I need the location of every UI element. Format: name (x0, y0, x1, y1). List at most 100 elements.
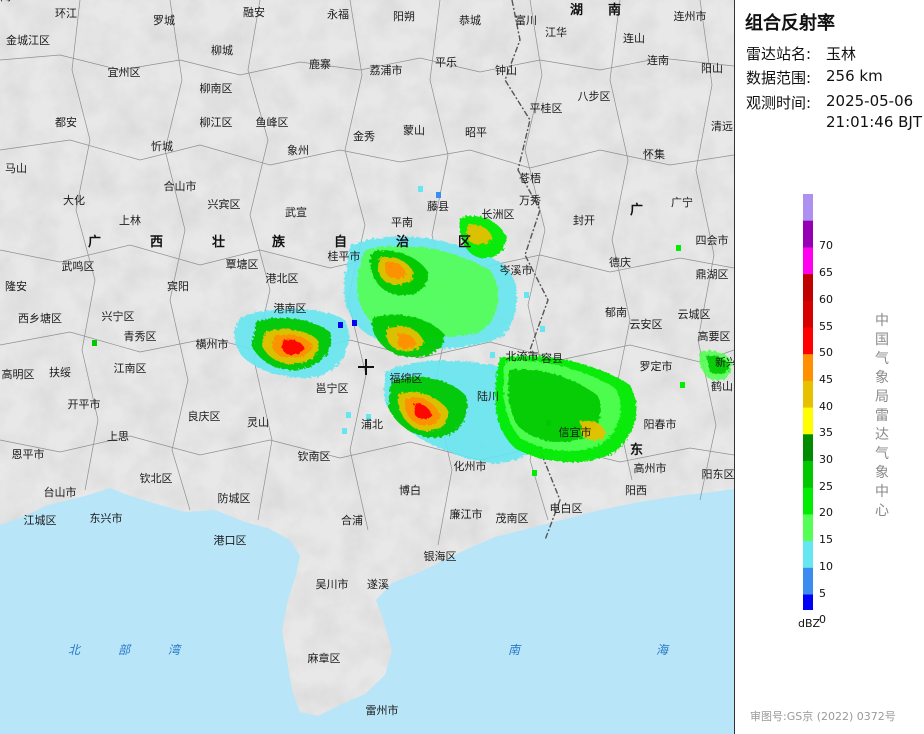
place-label: 新兴 (715, 355, 734, 369)
place-label: 宾阳 (167, 279, 189, 293)
place-label: 苍梧 (519, 171, 541, 185)
place-label: 电白区 (550, 501, 583, 515)
place-label: 福绵区 (390, 371, 423, 385)
radar-map[interactable]: 环江 罗城 融安 永福 阳朔 恭城 富川 江华 连州市 金城江区 宜州区 柳城 鹿寨 荔浦市 平乐 钟山 连山连… (0, 0, 734, 734)
place-label: 连南 (647, 54, 669, 67)
place-label: 昭平 (465, 126, 487, 139)
region-label: 广 (630, 202, 643, 218)
place-label: 清远 (711, 120, 733, 133)
place-label: 隆安 (5, 279, 27, 293)
place-label: 港南区 (274, 302, 307, 315)
place-label: 北流市 (506, 349, 539, 363)
scale-swatch (803, 274, 813, 302)
echo-speck (346, 412, 351, 418)
place-label: 高明区 (2, 367, 35, 381)
region-label: 区 (458, 235, 471, 250)
place-label: 融安 (243, 5, 265, 19)
place-label: 东兴市 (90, 511, 123, 525)
scale-swatch (803, 487, 813, 515)
place-label: 平桂区 (530, 101, 563, 115)
scale-swatch (803, 541, 813, 569)
scale-swatch (803, 247, 813, 275)
scale-label: 65 (819, 266, 833, 280)
place-label: 麻章区 (308, 651, 341, 665)
place-label: 茂南区 (496, 511, 529, 525)
echo-speck (418, 186, 423, 192)
place-label: 容县 (541, 351, 563, 365)
place-label: 罗定市 (640, 359, 673, 373)
place-label: 信宜市 (559, 425, 592, 439)
place-label: 富川 (515, 13, 537, 27)
place-label: 横州市 (196, 337, 229, 351)
place-label: 恭城 (459, 14, 481, 27)
place-label: 鹿寨 (309, 57, 331, 71)
sea-label: 南 (508, 643, 522, 657)
place-label: 武鸣区 (62, 259, 95, 273)
echo-speck (524, 292, 529, 298)
place-label: 大化 (63, 193, 85, 207)
scale-swatch (803, 354, 813, 382)
place-label: 港北区 (266, 272, 299, 285)
scale-label: 30 (819, 453, 833, 466)
echo-speck (490, 352, 495, 358)
region-label: 南 (608, 2, 621, 18)
place-label: 封开 (573, 213, 595, 227)
place-label: 连山 (623, 32, 645, 45)
place-label: 江华 (545, 25, 567, 39)
scale-swatch (803, 300, 813, 328)
place-label: 云城区 (678, 308, 711, 321)
place-label: 钟山 (495, 63, 517, 77)
region-label: 东 (630, 442, 643, 458)
scale-label: 10 (819, 559, 833, 573)
place-label: 阳朔 (393, 10, 415, 23)
place-label: 西乡塘区 (18, 311, 62, 325)
sea-label: 海 (656, 643, 670, 657)
region-label: 广 (88, 234, 101, 250)
place-label: 合山市 (164, 179, 197, 193)
place-label: 柳城 (211, 43, 233, 57)
place-label: 桂平市 (328, 249, 361, 263)
place-label: 阳东区 (702, 468, 735, 481)
place-label: 鱼峰区 (256, 115, 289, 129)
place-label: 高州市 (634, 461, 667, 475)
approval-number: 审图号:GS京 (2022) 0372号 (750, 710, 896, 723)
place-label: 遂溪 (367, 577, 389, 591)
sea-label: 北 (68, 643, 82, 657)
place-label: 灵山 (247, 416, 269, 429)
scale-label: 25 (819, 479, 833, 493)
echo-speck (342, 428, 347, 434)
region-label: 西 (150, 235, 163, 250)
echo-speck (540, 326, 545, 332)
region-label: 湖 (570, 3, 583, 18)
scale-swatch (803, 220, 813, 248)
place-label: 港口区 (214, 534, 247, 547)
place-label: 平南 (391, 216, 413, 229)
region-label: 壮 (212, 234, 225, 250)
place-label: 象州 (287, 144, 309, 157)
place-label: 青秀区 (124, 330, 157, 343)
agency-label: 中国气象局雷达气象中心 (875, 313, 889, 519)
place-label: 平乐 (435, 56, 457, 69)
scale-label: 60 (819, 292, 833, 306)
echo-speck (436, 192, 441, 198)
region-label: 治 (396, 234, 409, 250)
place-label: 浦北 (361, 418, 383, 431)
place-label: 宜州区 (108, 65, 141, 79)
place-label: 吴川市 (316, 577, 349, 591)
place-label: 银海区 (424, 549, 457, 563)
place-label: 长洲区 (482, 208, 515, 221)
place-label: 江城区 (24, 514, 57, 527)
echo-speck (546, 420, 551, 426)
place-label: 开平市 (68, 397, 101, 411)
scale-label: 40 (819, 399, 833, 413)
scale-swatch (803, 327, 813, 355)
echo-speck (676, 245, 681, 251)
echo-speck (680, 382, 685, 388)
scale-label: 45 (819, 372, 833, 386)
place-label: 金城江区 (6, 33, 50, 47)
place-label: 怀集 (643, 147, 665, 161)
echo-speck (92, 340, 97, 346)
place-label: 郁南 (605, 305, 627, 319)
scale-label: 70 (819, 239, 833, 253)
place-label: 岑溪市 (500, 263, 533, 277)
